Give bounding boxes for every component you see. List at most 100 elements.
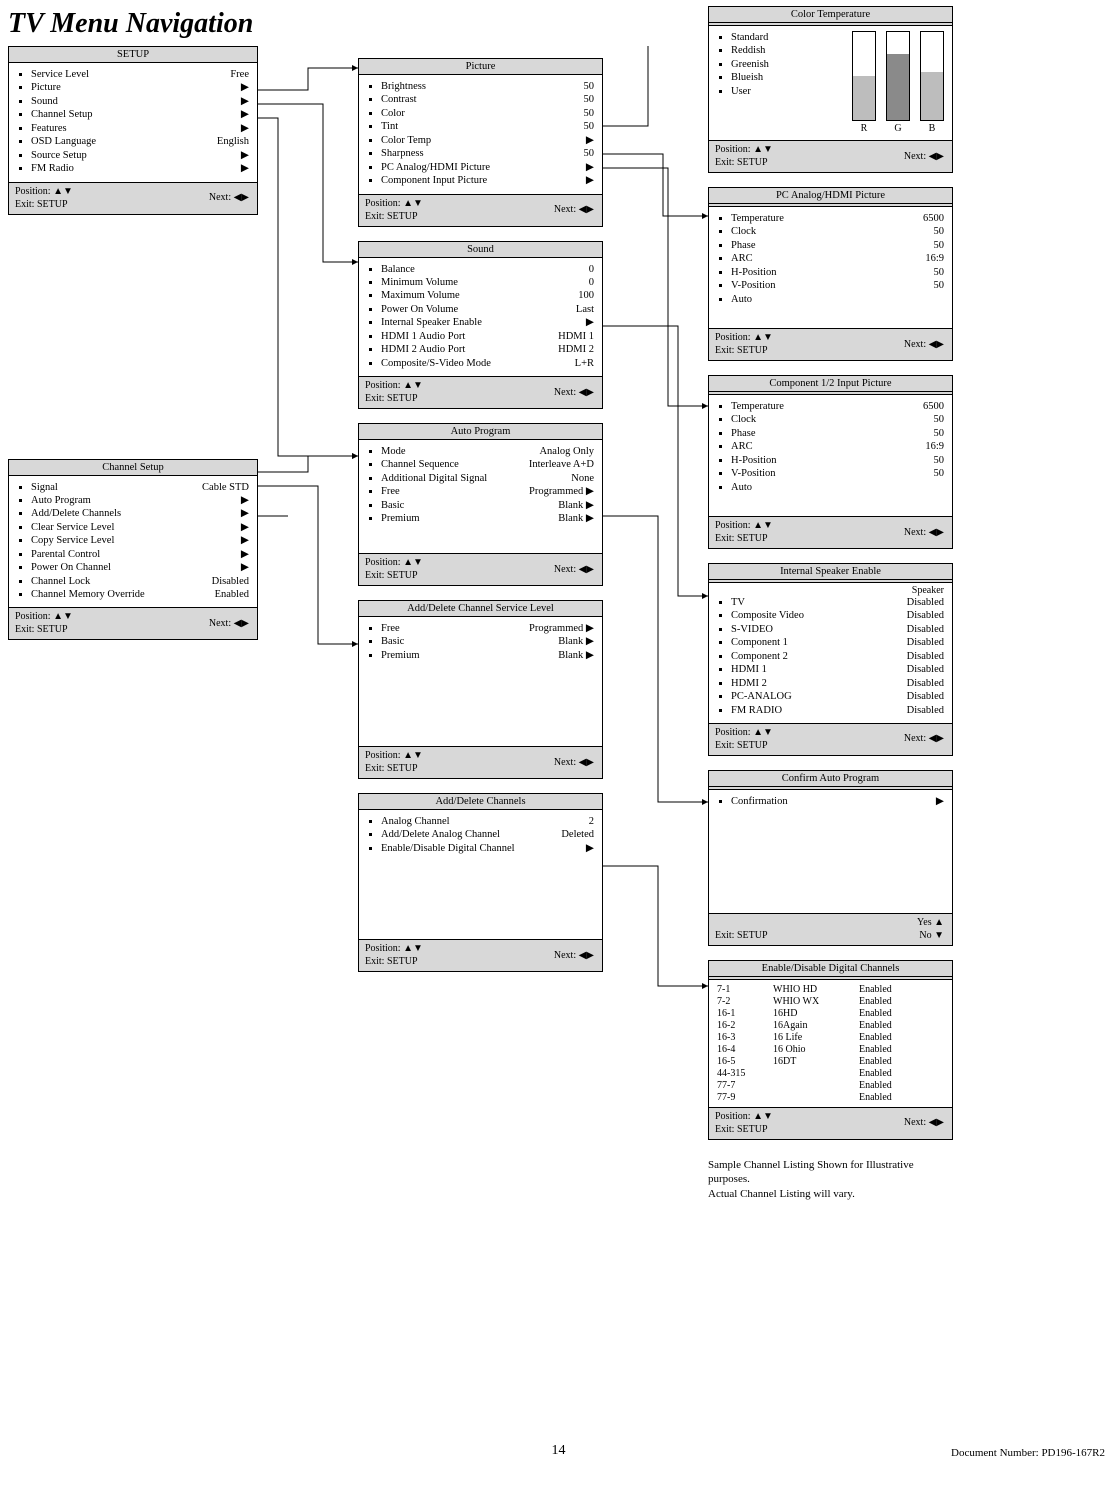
setup-item[interactable]: Features — [31, 122, 67, 135]
menu-item[interactable]: Auto — [731, 481, 752, 494]
menu-item[interactable]: H-Position — [731, 266, 777, 279]
menu-item[interactable]: Analog Channel — [381, 815, 450, 828]
menu-item[interactable]: Tint — [381, 120, 398, 133]
menu-item[interactable]: Power On Channel — [31, 561, 111, 574]
menu-item[interactable]: Auto — [731, 293, 752, 306]
setup-item[interactable]: Channel Setup — [31, 108, 93, 121]
menu-item[interactable]: ARC — [731, 440, 753, 453]
setup-item[interactable]: Source Setup — [31, 149, 87, 162]
menu-item[interactable]: TV — [731, 596, 745, 609]
panel-footer: Position: ▲▼Exit: SETUP Next: ◀▶ — [9, 182, 257, 214]
menu-item[interactable]: Phase — [731, 239, 756, 252]
menu-item[interactable]: Component 1 — [731, 636, 788, 649]
setup-item[interactable]: Service Level — [31, 68, 89, 81]
speaker-column-header: Speaker — [709, 583, 952, 596]
menu-item[interactable]: Maximum Volume — [381, 289, 460, 302]
menu-item[interactable]: Add/Delete Channels — [31, 507, 121, 520]
menu-item[interactable]: Reddish — [731, 44, 765, 57]
menu-item[interactable]: Basic — [381, 499, 404, 512]
menu-item[interactable]: Additional Digital Signal — [381, 472, 487, 485]
menu-item[interactable]: Phase — [731, 427, 756, 440]
panel-internal-speaker: Internal Speaker Enable Speaker TVDisabl… — [708, 563, 953, 756]
menu-item[interactable]: HDMI 2 — [731, 677, 767, 690]
menu-item[interactable]: Clock — [731, 225, 756, 238]
panel-title: Confirm Auto Program — [709, 771, 952, 790]
menu-item[interactable]: S-VIDEO — [731, 623, 773, 636]
menu-item[interactable]: V-Position — [731, 279, 776, 292]
menu-item[interactable]: Balance — [381, 263, 415, 276]
setup-item[interactable]: FM Radio — [31, 162, 74, 175]
menu-item[interactable]: Clock — [731, 413, 756, 426]
menu-item[interactable]: PC-ANALOG — [731, 690, 792, 703]
menu-item[interactable]: HDMI 2 Audio Port — [381, 343, 465, 356]
menu-item[interactable]: Channel Memory Override — [31, 588, 145, 601]
menu-item[interactable]: V-Position — [731, 467, 776, 480]
menu-item[interactable]: ARC — [731, 252, 753, 265]
panel-title: Add/Delete Channel Service Level — [359, 601, 602, 617]
menu-item[interactable]: Premium — [381, 649, 420, 662]
panel-footer: Position: ▲▼Exit: SETUP Next: ◀▶ — [709, 328, 952, 360]
menu-item[interactable]: Internal Speaker Enable — [381, 316, 482, 329]
menu-item[interactable]: Blueish — [731, 71, 763, 84]
setup-item[interactable]: Sound — [31, 95, 58, 108]
menu-item[interactable]: Contrast — [381, 93, 417, 106]
menu-item[interactable]: Composite Video — [731, 609, 804, 622]
menu-item[interactable]: User — [731, 85, 751, 98]
menu-item[interactable]: Temperature — [731, 212, 784, 225]
panel-title: Channel Setup — [9, 460, 257, 476]
menu-item[interactable]: Greenish — [731, 58, 769, 71]
menu-item[interactable]: Temperature — [731, 400, 784, 413]
menu-item[interactable]: Signal — [31, 481, 58, 494]
menu-item[interactable]: Composite/S-Video Mode — [381, 357, 491, 370]
menu-item[interactable]: Confirmation — [731, 795, 788, 808]
rgb-bar-chart: R G B — [852, 31, 944, 134]
panel-footer: Position: ▲▼Exit: SETUP Next: ◀▶ — [709, 1107, 952, 1139]
menu-item[interactable]: Add/Delete Analog Channel — [381, 828, 500, 841]
panel-footer: Position: ▲▼Exit: SETUP Next: ◀▶ — [709, 516, 952, 548]
menu-item[interactable]: Component 2 — [731, 650, 788, 663]
menu-item[interactable]: H-Position — [731, 454, 777, 467]
menu-item[interactable]: Power On Volume — [381, 303, 458, 316]
panel-sound: Sound Balance0 Minimum Volume0 Maximum V… — [358, 241, 603, 410]
confirm-no[interactable]: No ▼ — [917, 929, 944, 942]
panel-confirm-auto-program: Confirm Auto Program Confirmation▶ Exit:… — [708, 770, 953, 946]
menu-item[interactable]: Premium — [381, 512, 420, 525]
panel-setup: SETUP Service LevelFree Picture▶ Sound▶ … — [8, 46, 258, 215]
menu-item[interactable]: Mode — [381, 445, 406, 458]
menu-item[interactable]: Clear Service Level — [31, 521, 114, 534]
menu-item[interactable]: Minimum Volume — [381, 276, 458, 289]
confirm-yes[interactable]: Yes ▲ — [917, 916, 944, 929]
menu-item[interactable]: FM RADIO — [731, 704, 782, 717]
menu-item[interactable]: HDMI 1 Audio Port — [381, 330, 465, 343]
menu-item[interactable]: Channel Sequence — [381, 458, 459, 471]
menu-item[interactable]: Sharpness — [381, 147, 424, 160]
panel-footer: Position: ▲▼Exit: SETUP Next: ◀▶ — [359, 939, 602, 971]
menu-item[interactable]: Free — [381, 622, 400, 635]
panel-title: Add/Delete Channels — [359, 794, 602, 810]
menu-item[interactable]: PC Analog/HDMI Picture — [381, 161, 490, 174]
menu-item[interactable]: Standard — [731, 31, 768, 44]
menu-item[interactable]: Enable/Disable Digital Channel — [381, 842, 515, 855]
panel-title: Enable/Disable Digital Channels — [709, 961, 952, 980]
menu-item[interactable]: Parental Control — [31, 548, 100, 561]
panel-component-input: Component 1/2 Input Picture Temperature6… — [708, 375, 953, 549]
panel-title-setup: SETUP — [9, 47, 257, 63]
menu-item[interactable]: Color — [381, 107, 405, 120]
menu-item[interactable]: Channel Lock — [31, 575, 90, 588]
setup-item[interactable]: Picture — [31, 81, 61, 94]
menu-item[interactable]: Color Temp — [381, 134, 431, 147]
panel-color-temperature: Color Temperature Standard Reddish Green… — [708, 6, 953, 173]
panel-footer: Position: ▲▼Exit: SETUP Next: ◀▶ — [709, 723, 952, 755]
menu-item[interactable]: HDMI 1 — [731, 663, 767, 676]
menu-item[interactable]: Auto Program — [31, 494, 91, 507]
menu-item[interactable]: Free — [381, 485, 400, 498]
menu-item[interactable]: Brightness — [381, 80, 426, 93]
setup-item[interactable]: OSD Language — [31, 135, 96, 148]
menu-item[interactable]: Copy Service Level — [31, 534, 114, 547]
panel-auto-program: Auto Program ModeAnalog Only Channel Seq… — [358, 423, 603, 586]
menu-item[interactable]: Basic — [381, 635, 404, 648]
panel-title: PC Analog/HDMI Picture — [709, 188, 952, 207]
panel-title: Component 1/2 Input Picture — [709, 376, 952, 395]
menu-item[interactable]: Component Input Picture — [381, 174, 487, 187]
panel-footer: Position: ▲▼Exit: SETUP Next: ◀▶ — [709, 140, 952, 172]
